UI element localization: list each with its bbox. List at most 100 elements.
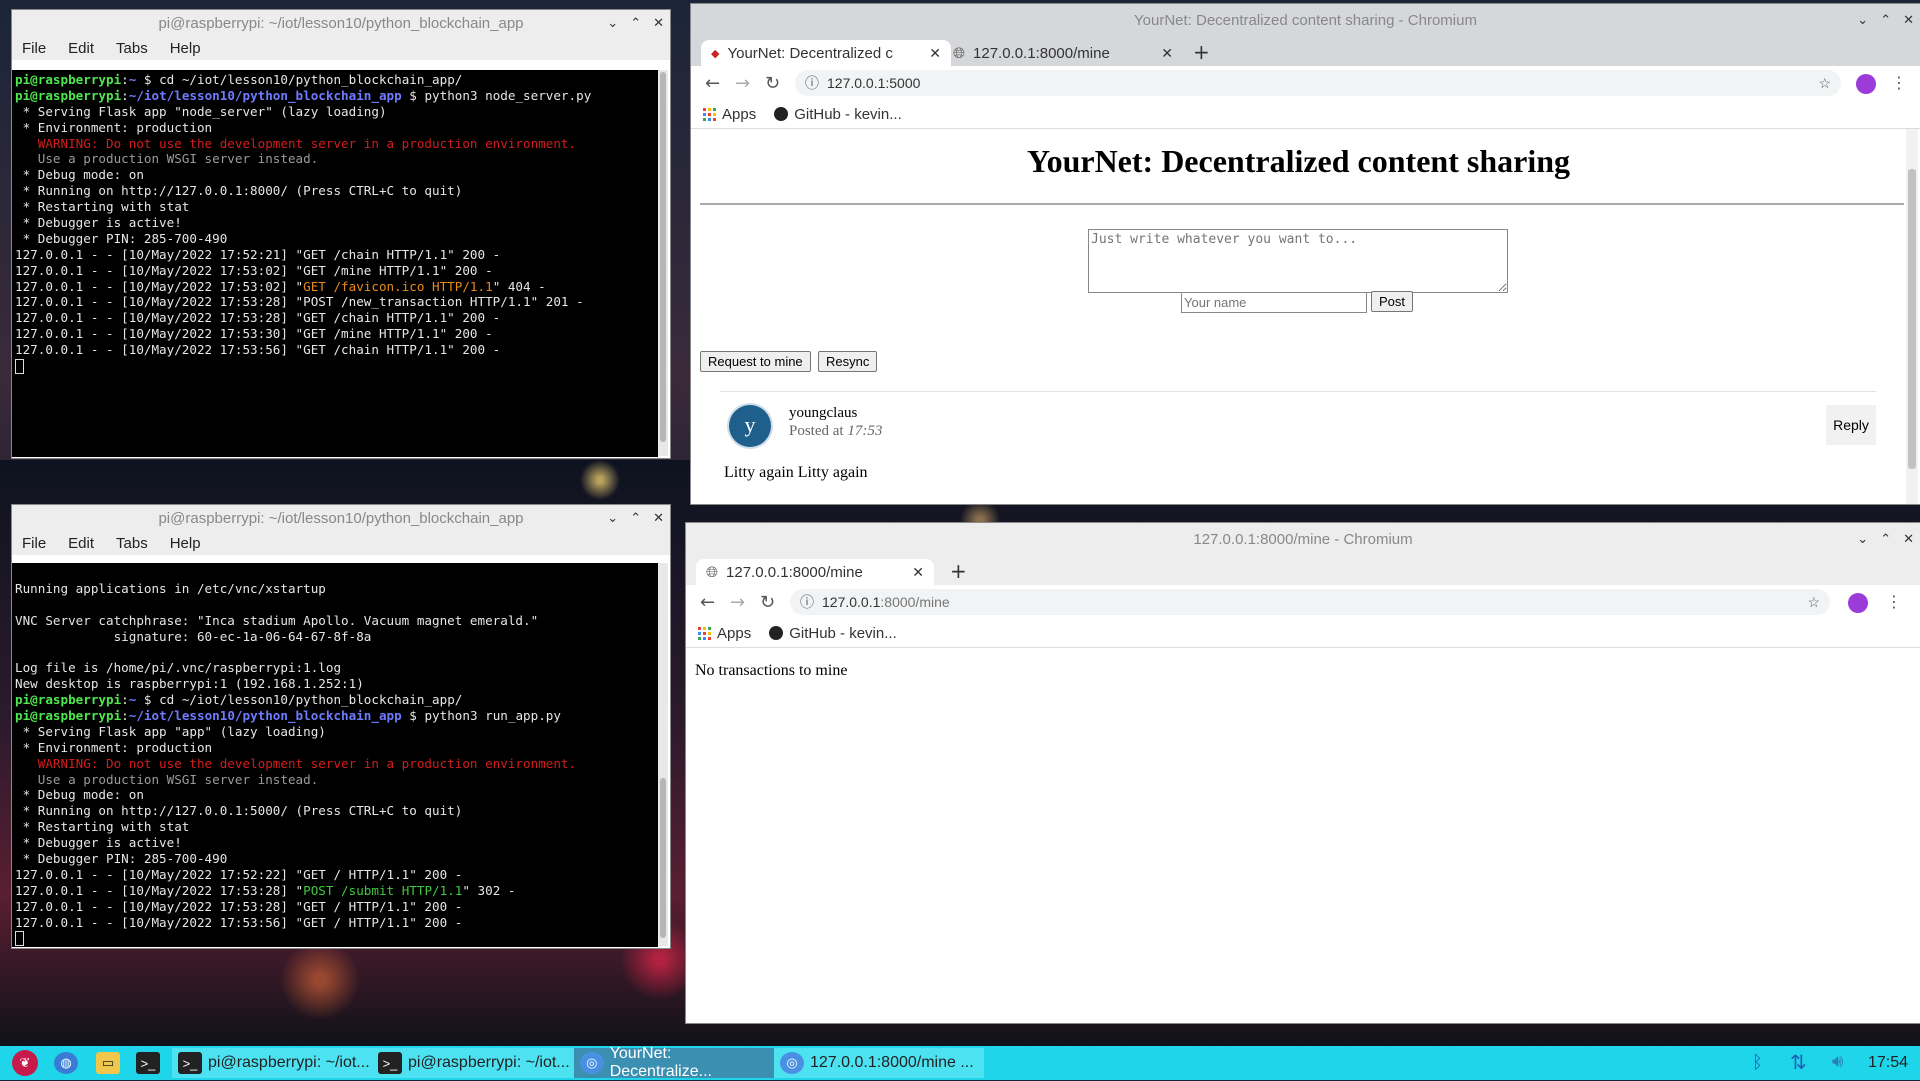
clock[interactable]: 17:54	[1868, 1054, 1908, 1072]
forward-icon[interactable]: →	[730, 592, 745, 613]
tab-mine[interactable]: 🌐︎ 127.0.0.1:8000/mine ✕	[696, 559, 934, 585]
file-manager-launcher[interactable]: ▭	[90, 1048, 126, 1078]
page-scrollbar[interactable]	[1906, 129, 1918, 504]
menu-help[interactable]: Help	[170, 40, 201, 57]
menu-edit[interactable]: Edit	[68, 535, 94, 552]
terminal-text: " 404 -	[492, 278, 546, 294]
close-icon[interactable]: ✕	[1903, 12, 1914, 28]
bookmark-github[interactable]: GitHub - kevin...	[769, 625, 897, 642]
browser-titlebar[interactable]: YourNet: Decentralized content sharing -…	[691, 4, 1920, 36]
new-tab-icon[interactable]: +	[1193, 40, 1210, 64]
minimize-icon[interactable]: ⌄	[607, 510, 618, 526]
volume-icon[interactable]: 🔊︎	[1832, 1051, 1843, 1072]
menu-edit[interactable]: Edit	[68, 40, 94, 57]
bookmark-star-icon[interactable]: ☆	[1818, 75, 1831, 92]
resync-button[interactable]: Resync	[818, 351, 878, 372]
terminal-text: :	[121, 708, 129, 724]
terminal-line: 127.0.0.1 - - [10/May/2022 17:53:28] "PO…	[15, 883, 655, 899]
terminal-line: * Environment: production	[15, 740, 655, 756]
bluetooth-icon[interactable]: ᛒ	[1752, 1052, 1763, 1073]
request-to-mine-button[interactable]: Request to mine	[700, 351, 811, 372]
minimize-icon[interactable]: ⌄	[1857, 531, 1868, 547]
network-icon[interactable]: ⇅	[1790, 1050, 1807, 1075]
taskbar-terminal-2[interactable]: >_ pi@raspberrypi: ~/iot...	[372, 1048, 582, 1078]
bookmark-star-icon[interactable]: ☆	[1807, 594, 1820, 611]
reload-icon[interactable]: ↻	[765, 73, 780, 94]
close-tab-icon[interactable]: ✕	[912, 564, 924, 581]
globe-icon: 🌐︎	[953, 44, 966, 62]
terminal-icon: >_	[378, 1052, 402, 1074]
url-path: :8000/mine	[880, 594, 950, 610]
maximize-icon[interactable]: ⌃	[1880, 12, 1891, 28]
bookmark-github[interactable]: GitHub - kevin...	[774, 106, 902, 123]
profile-avatar[interactable]	[1848, 593, 1868, 613]
terminal-line: 127.0.0.1 - - [10/May/2022 17:52:22] "GE…	[15, 867, 655, 883]
menu-tabs[interactable]: Tabs	[116, 40, 148, 57]
minimize-icon[interactable]: ⌄	[607, 15, 618, 31]
close-icon[interactable]: ✕	[653, 510, 664, 526]
new-tab-icon[interactable]: +	[950, 559, 967, 583]
terminal-text: $ python3 run_app.py	[401, 708, 561, 724]
bookmark-apps[interactable]: Apps	[703, 106, 756, 123]
menu-tabs[interactable]: Tabs	[116, 535, 148, 552]
forward-icon[interactable]: →	[735, 73, 750, 94]
reload-icon[interactable]: ↻	[760, 592, 775, 613]
raspberry-menu-button[interactable]: ❦	[6, 1048, 44, 1078]
terminal-text: Use a production WSGI server instead.	[15, 151, 319, 167]
terminal-output[interactable]: Running applications in /etc/vnc/xstartu…	[12, 563, 658, 947]
bookmark-label: GitHub - kevin...	[789, 624, 897, 642]
back-icon[interactable]: ←	[705, 73, 720, 94]
terminal-line: Running applications in /etc/vnc/xstartu…	[15, 581, 655, 597]
close-tab-icon[interactable]: ✕	[929, 45, 941, 62]
terminal-text: $ python3 node_server.py	[401, 87, 592, 103]
terminal-line: * Debugger is active!	[15, 215, 655, 231]
menu-help[interactable]: Help	[170, 535, 201, 552]
close-icon[interactable]: ✕	[653, 15, 664, 31]
terminal-launcher[interactable]: >_	[130, 1048, 166, 1078]
profile-avatar[interactable]	[1856, 74, 1876, 94]
window-title: pi@raspberrypi: ~/iot/lesson10/python_bl…	[158, 509, 524, 527]
terminal-text: * Environment: production	[15, 119, 213, 135]
terminal-scrollbar[interactable]	[658, 70, 668, 456]
chromium-icon: ◎	[580, 1052, 604, 1074]
menu-kebab-icon[interactable]: ⋮	[1886, 592, 1902, 611]
terminal-output[interactable]: pi@raspberrypi:~ $ cd ~/iot/lesson10/pyt…	[12, 70, 658, 457]
close-icon[interactable]: ✕	[1903, 531, 1914, 547]
menu-file[interactable]: File	[22, 535, 46, 552]
address-bar[interactable]: ⓘ 127.0.0.1:5000 ☆	[795, 70, 1841, 96]
terminal-text: * Debugger PIN: 285-700-490	[15, 230, 228, 246]
tab-mine[interactable]: 🌐︎ 127.0.0.1:8000/mine ✕	[943, 40, 1183, 66]
terminal-titlebar[interactable]: pi@raspberrypi: ~/iot/lesson10/python_bl…	[12, 10, 670, 36]
terminal-scrollbar[interactable]	[658, 563, 668, 946]
browser-titlebar[interactable]: 127.0.0.1:8000/mine - Chromium ⌄ ⌃ ✕	[686, 523, 1920, 555]
menu-kebab-icon[interactable]: ⋮	[1891, 73, 1907, 92]
web-browser-launcher[interactable]: ◍	[48, 1048, 84, 1078]
terminal-text: * Debugger is active!	[15, 835, 182, 851]
bookmark-apps[interactable]: Apps	[698, 625, 751, 642]
address-bar[interactable]: ⓘ 127.0.0.1:8000/mine ☆	[790, 589, 1830, 615]
menu-file[interactable]: File	[22, 40, 46, 57]
post-button[interactable]: Post	[1371, 291, 1414, 312]
back-icon[interactable]: ←	[700, 592, 715, 613]
maximize-icon[interactable]: ⌃	[630, 15, 641, 31]
reply-button[interactable]: Reply	[1826, 405, 1876, 445]
post-divider	[720, 391, 1876, 392]
minimize-icon[interactable]: ⌄	[1857, 12, 1868, 28]
taskbar-browser-yournet[interactable]: ◎ YourNet: Decentralize...	[574, 1045, 782, 1080]
url-text: 127.0.0.1:5000	[827, 75, 921, 91]
terminal-line: 127.0.0.1 - - [10/May/2022 17:53:02] "GE…	[15, 279, 655, 295]
terminal-titlebar[interactable]: pi@raspberrypi: ~/iot/lesson10/python_bl…	[12, 505, 670, 531]
terminal-text: ~/iot/lesson10/python_blockchain_app	[128, 87, 402, 103]
close-tab-icon[interactable]: ✕	[1161, 45, 1173, 62]
post-content-textarea[interactable]	[1088, 229, 1508, 293]
taskbar-browser-mine[interactable]: ◎ 127.0.0.1:8000/mine ...	[774, 1048, 984, 1078]
tab-yournet[interactable]: ◆ YourNet: Decentralized c ✕	[701, 40, 951, 66]
taskbar-terminal-1[interactable]: >_ pi@raspberrypi: ~/iot...	[172, 1048, 382, 1078]
terminal-text: pi@raspberrypi	[15, 72, 122, 87]
author-name-input[interactable]	[1181, 292, 1367, 313]
maximize-icon[interactable]: ⌃	[630, 510, 641, 526]
maximize-icon[interactable]: ⌃	[1880, 531, 1891, 547]
info-icon[interactable]: ⓘ	[805, 73, 819, 93]
info-icon[interactable]: ⓘ	[800, 592, 814, 612]
